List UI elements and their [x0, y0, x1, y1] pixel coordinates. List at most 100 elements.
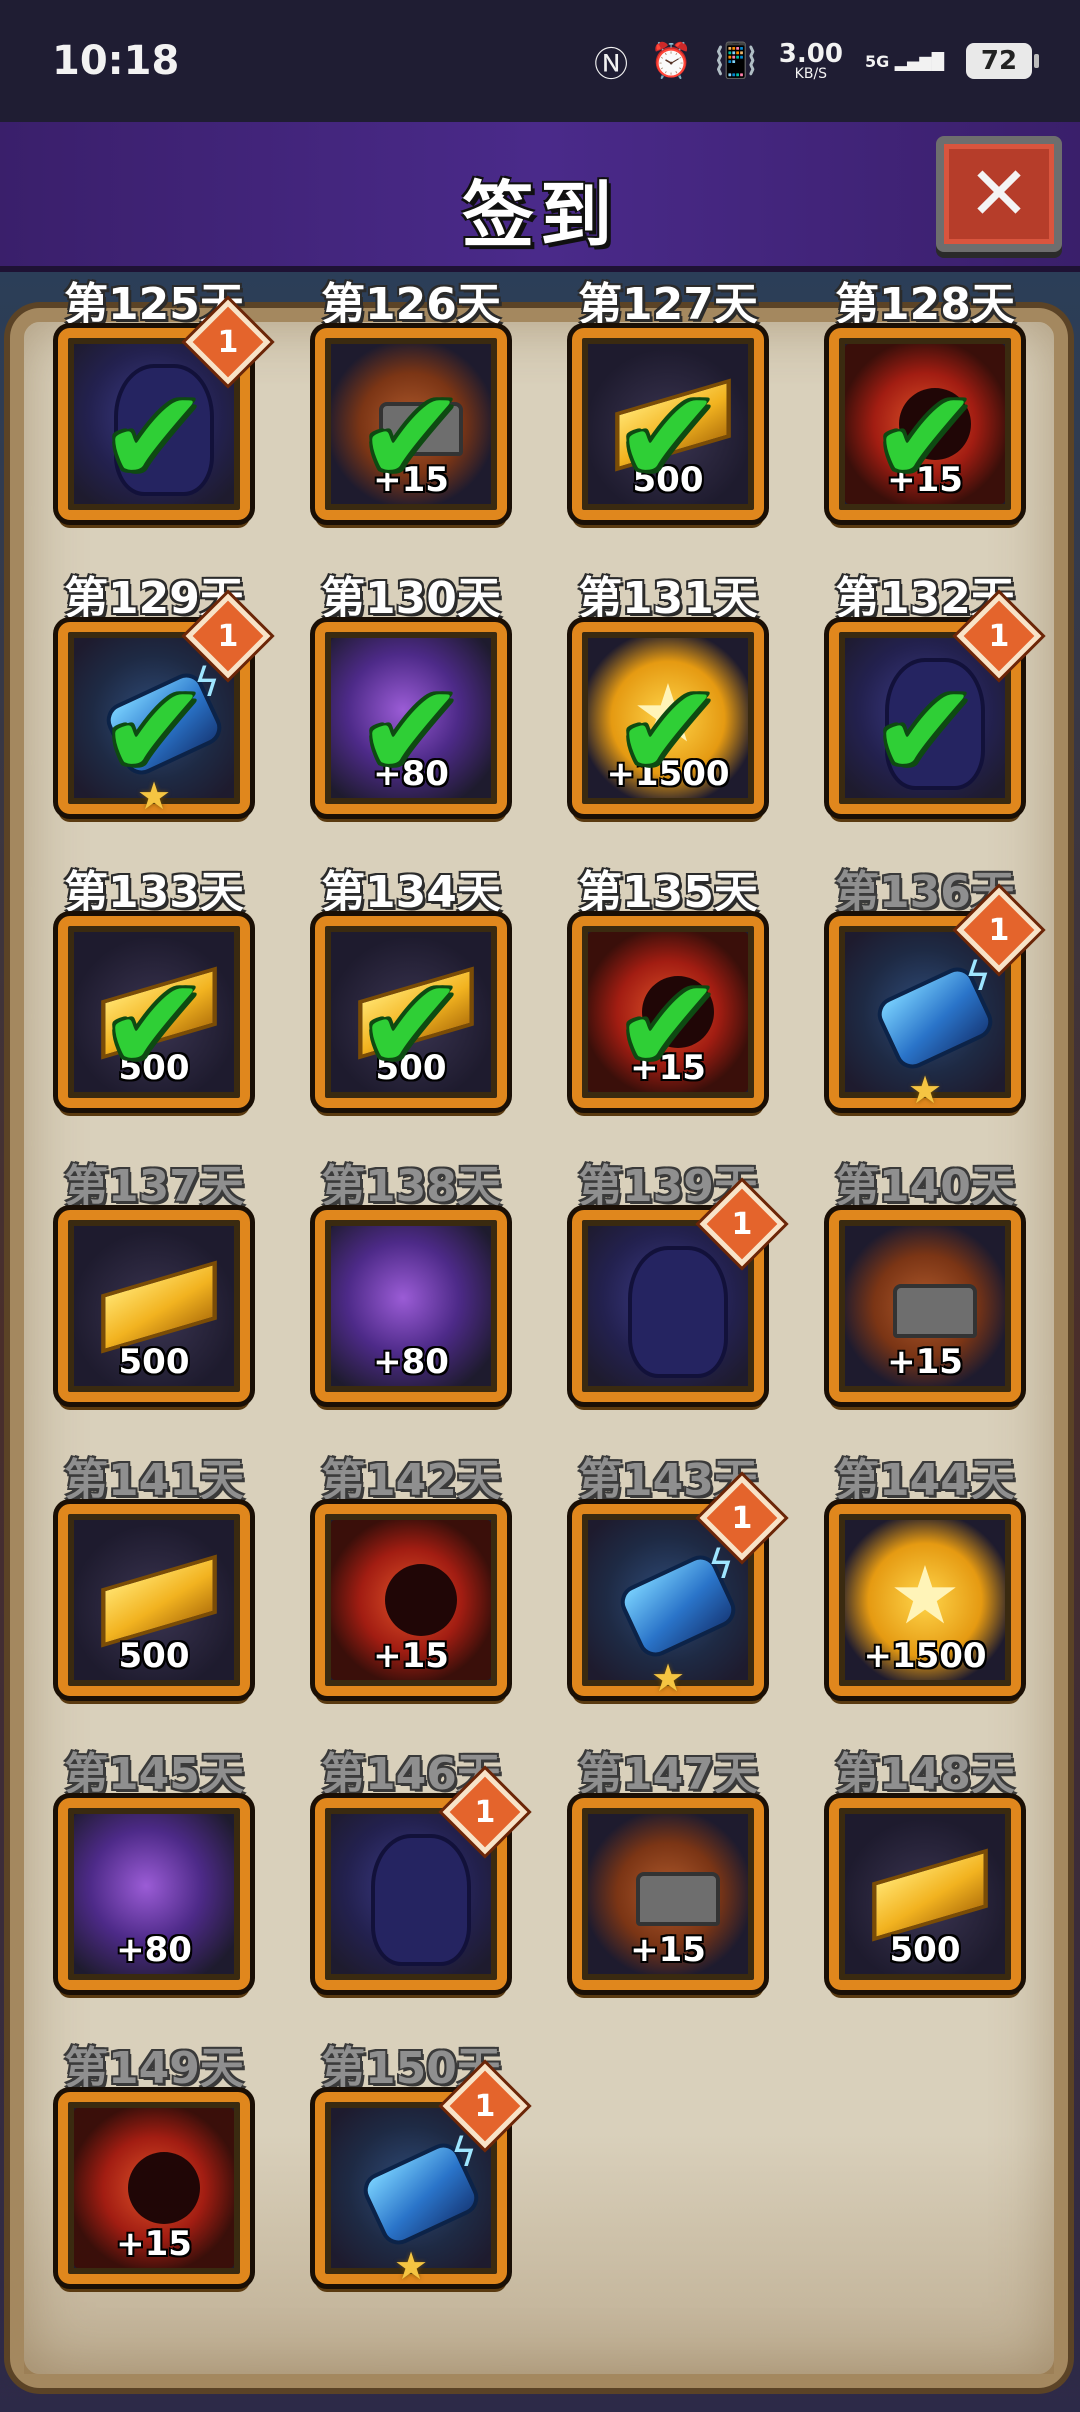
day-label: 第126天 — [321, 279, 501, 330]
reward-frame: +15 ✔ — [845, 344, 1005, 504]
reward-item-gauntlet[interactable]: ϟ ★ 1 — [572, 1475, 785, 1700]
checkmark-icon: ✔ — [871, 657, 979, 798]
badge-count: 1 — [988, 912, 1010, 948]
reward-item-gauntlet[interactable]: ϟ ★ 1 — [829, 887, 1042, 1112]
day-label: 第133天 — [64, 867, 244, 918]
reward-cell: 第125天 ✔ 1 — [58, 279, 271, 520]
reward-cell: 第128天 +15 ✔ — [829, 279, 1021, 520]
reward-frame: 500 ✔ — [331, 932, 491, 1092]
nfc-icon: Ⓝ — [594, 44, 629, 85]
reward-frame: ★ +1500 ✔ — [588, 638, 748, 798]
dragon-icon — [331, 1814, 491, 1974]
close-button[interactable]: ✕ — [936, 136, 1062, 252]
day-label: 第144天 — [835, 1455, 1015, 1506]
reward-item-dragon[interactable]: 1 — [572, 1181, 785, 1402]
badge-count: 1 — [474, 2088, 496, 2124]
reward-item-gold[interactable]: 500 ✔ — [58, 916, 250, 1108]
reward-quantity: +15 — [373, 1636, 449, 1676]
reward-item-forge[interactable]: +15 ✔ — [315, 328, 507, 520]
reward-item-coin[interactable]: ★ +1500 — [829, 1504, 1021, 1696]
checkmark-icon: ✔ — [357, 951, 465, 1092]
checkmark-icon: ✔ — [614, 951, 722, 1092]
day-label: 第145天 — [64, 1749, 244, 1800]
reward-quantity: +15 — [887, 1342, 963, 1382]
reward-item-gold[interactable]: 500 ✔ — [315, 916, 507, 1108]
reward-cell: 第142天 +15 — [315, 1455, 507, 1696]
5g-signal-icon: 5G ▂▄▆█ — [864, 51, 944, 71]
reward-cell: 第126天 +15 ✔ — [315, 279, 507, 520]
reward-item-demon[interactable]: +15 — [315, 1504, 507, 1696]
reward-item-gold[interactable]: 500 — [58, 1210, 250, 1402]
reward-frame: +15 ✔ — [331, 344, 491, 504]
day-label: 第149天 — [64, 2043, 244, 2094]
reward-quantity: 500 — [118, 1342, 190, 1382]
day-label: 第138天 — [321, 1161, 501, 1212]
reward-quantity: +15 — [630, 1930, 706, 1970]
reward-cell: 第132天 ✔ 1 — [829, 573, 1042, 814]
reward-item-gauntlet[interactable]: ϟ ★ 1 — [315, 2063, 528, 2288]
day-label: 第140天 — [835, 1161, 1015, 1212]
star-icon: ★ — [650, 1656, 686, 1700]
reward-frame: 500 ✔ — [74, 932, 234, 1092]
vibrate-icon: 📳 — [714, 41, 757, 81]
reward-quantity: +15 — [116, 2224, 192, 2264]
status-bar: 10:18 Ⓝ ⏰ 📳 3.00 KB/S 5G ▂▄▆█ 72 — [0, 0, 1080, 122]
reward-cell: 第141天 500 — [58, 1455, 250, 1696]
badge-count: 1 — [731, 1206, 753, 1242]
checkmark-icon: ✔ — [100, 363, 208, 504]
reward-item-gold[interactable]: 500 — [829, 1798, 1021, 1990]
reward-item-galaxy[interactable]: +80 — [315, 1210, 507, 1402]
checkmark-icon: ✔ — [871, 363, 979, 504]
reward-frame — [331, 1814, 491, 1974]
reward-item-dragon[interactable]: ✔ 1 — [829, 593, 1042, 814]
reward-item-demon[interactable]: +15 ✔ — [572, 916, 764, 1108]
badge-count: 1 — [988, 618, 1010, 654]
star-icon: ★ — [907, 1068, 943, 1112]
reward-frame: 500 — [74, 1520, 234, 1680]
reward-item-demon[interactable]: +15 ✔ — [829, 328, 1021, 520]
reward-cell: 第137天 500 — [58, 1161, 250, 1402]
reward-item-galaxy[interactable]: +80 ✔ — [315, 622, 507, 814]
badge-count: 1 — [474, 1794, 496, 1830]
reward-cell: 第143天 ϟ ★ 1 — [572, 1455, 785, 1700]
reward-item-gold[interactable]: 500 ✔ — [572, 328, 764, 520]
checkin-header: 签到 ✕ — [0, 122, 1080, 272]
reward-cell: 第149天 +15 — [58, 2043, 250, 2284]
reward-cell: 第127天 500 ✔ — [572, 279, 764, 520]
reward-cell: 第140天 +15 — [829, 1161, 1021, 1402]
day-label: 第128天 — [835, 279, 1015, 330]
status-icons: Ⓝ ⏰ 📳 3.00 KB/S 5G ▂▄▆█ 72 — [594, 37, 1039, 86]
reward-frame: 500 ✔ — [588, 344, 748, 504]
reward-item-demon[interactable]: +15 — [58, 2092, 250, 2284]
reward-cell: 第148天 500 — [829, 1749, 1021, 1990]
day-label: 第134天 — [321, 867, 501, 918]
reward-item-gold[interactable]: 500 — [58, 1504, 250, 1696]
day-label: 第130天 — [321, 573, 501, 624]
reward-grid: 第125天 ✔ 1 第126天 +15 ✔ 第127天 500 ✔ 第128天 +15 ✔ 第129天 ϟ… — [58, 279, 1042, 2288]
day-label: 第135天 — [578, 867, 758, 918]
dragon-icon — [588, 1226, 748, 1386]
badge-count: 1 — [731, 1500, 753, 1536]
reward-item-forge[interactable]: +15 — [572, 1798, 764, 1990]
reward-frame: +80 ✔ — [331, 638, 491, 798]
reward-item-forge[interactable]: +15 — [829, 1210, 1021, 1402]
network-speed: 3.00 KB/S — [779, 41, 843, 81]
reward-frame — [588, 1226, 748, 1386]
reward-frame: +15 ✔ — [588, 932, 748, 1092]
day-label: 第148天 — [835, 1749, 1015, 1800]
reward-item-dragon[interactable]: 1 — [315, 1769, 528, 1990]
reward-item-gauntlet[interactable]: ϟ ✔ ★ 1 — [58, 593, 271, 818]
reward-item-galaxy[interactable]: +80 — [58, 1798, 250, 1990]
network-speed-value: 3.00 — [778, 39, 843, 69]
badge-count: 1 — [217, 324, 239, 360]
checkmark-icon: ✔ — [614, 657, 722, 798]
reward-frame: ✔ — [74, 344, 234, 504]
reward-frame: +80 — [74, 1814, 234, 1974]
day-label: 第137天 — [64, 1161, 244, 1212]
reward-cell: 第136天 ϟ ★ 1 — [829, 867, 1042, 1112]
day-label: 第142天 — [321, 1455, 501, 1506]
reward-item-coin[interactable]: ★ +1500 ✔ — [572, 622, 764, 814]
day-label: 第141天 — [64, 1455, 244, 1506]
reward-item-dragon[interactable]: ✔ 1 — [58, 299, 271, 520]
day-label: 第127天 — [578, 279, 758, 330]
